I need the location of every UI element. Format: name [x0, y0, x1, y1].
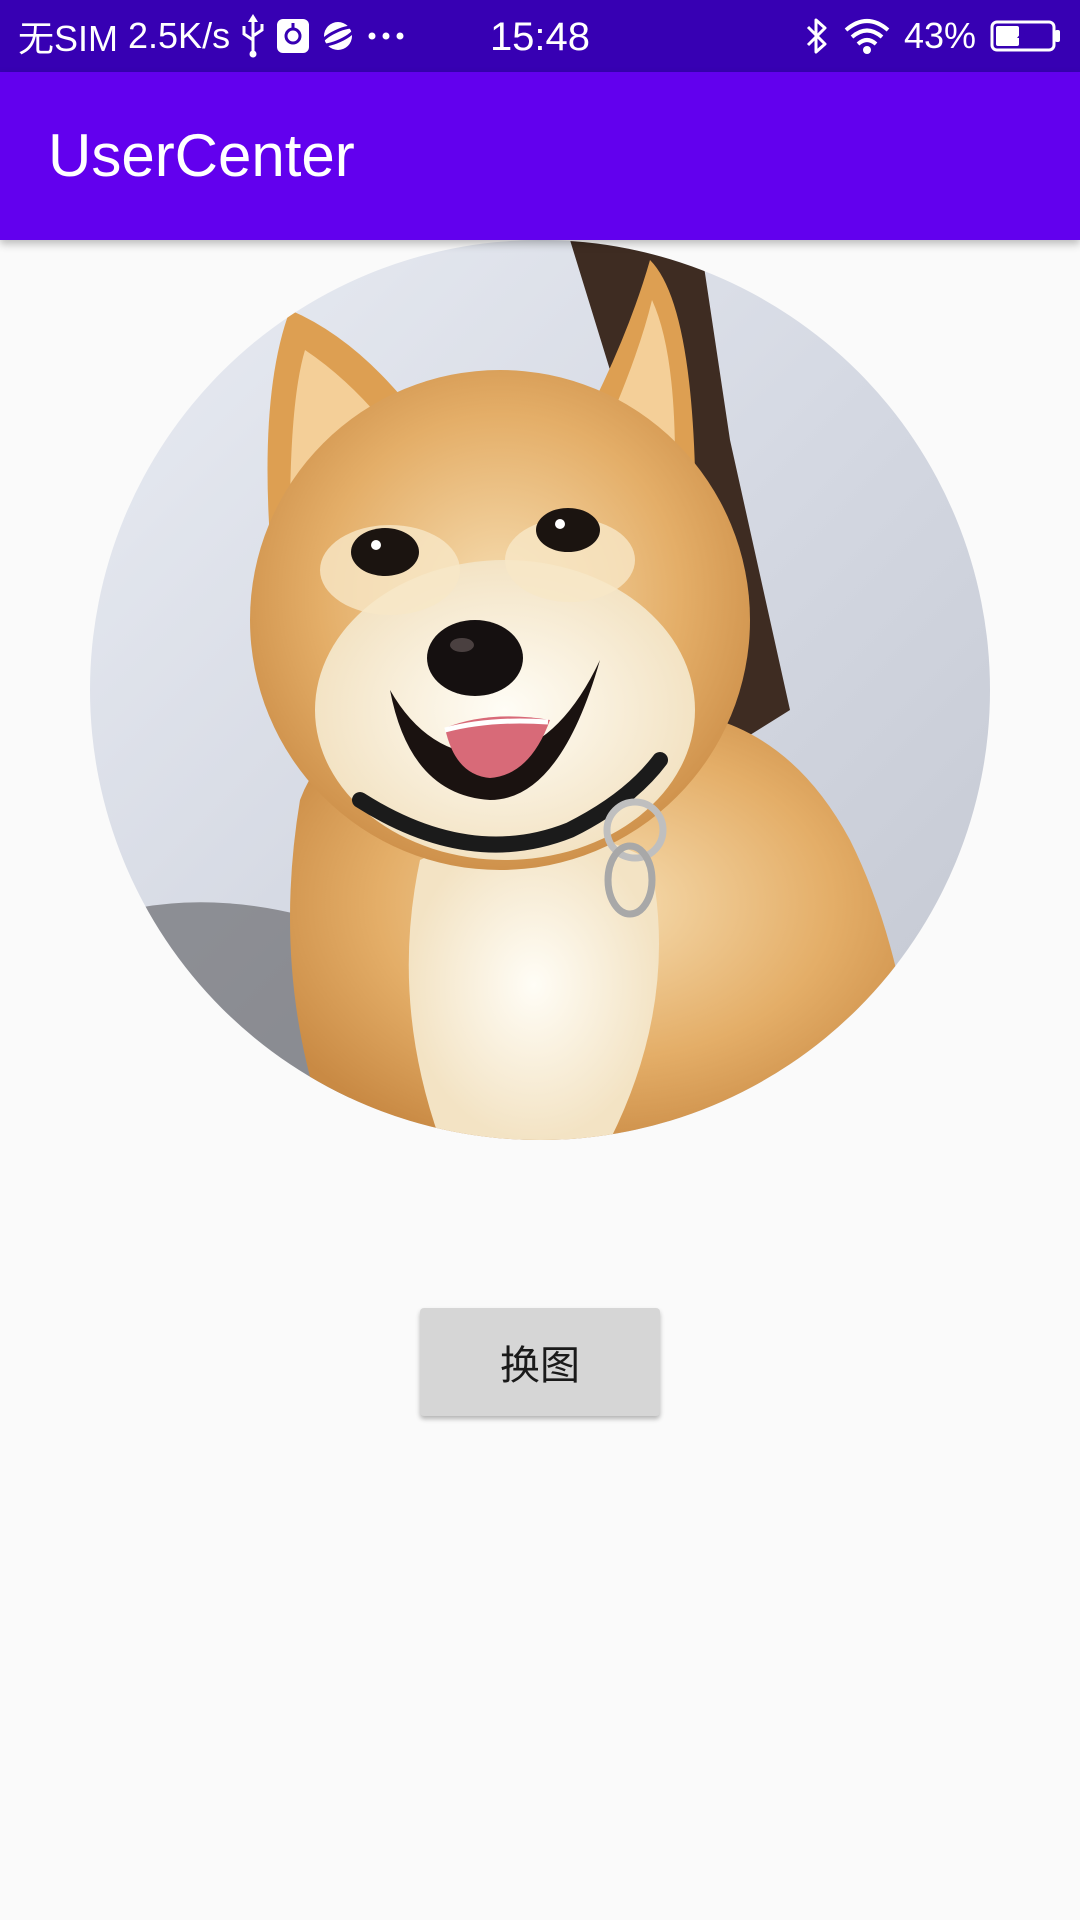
- battery-percent-label: 43%: [903, 15, 976, 56]
- status-bar-left: 无SIM 2.5K/s: [18, 0, 406, 72]
- net-speed-label: 2.5K/s: [128, 15, 231, 56]
- carrier-label: 无SIM: [18, 18, 119, 59]
- battery-charging-icon: [990, 19, 1062, 53]
- usb-icon: [240, 14, 266, 58]
- more-dots-icon: [366, 30, 406, 42]
- wifi-icon: [844, 18, 890, 54]
- avatar-image: [90, 240, 990, 1140]
- status-bar: 无SIM 2.5K/s 15:48 43%: [0, 0, 1080, 72]
- bluetooth-icon: [804, 16, 830, 56]
- status-bar-right: 43%: [804, 0, 1062, 72]
- usb-debug-icon: [276, 18, 310, 54]
- app-title: UserCenter: [48, 122, 355, 189]
- swap-image-button[interactable]: 换图: [420, 1308, 660, 1416]
- app-bar: UserCenter: [0, 72, 1080, 240]
- planet-app-icon: [320, 18, 357, 54]
